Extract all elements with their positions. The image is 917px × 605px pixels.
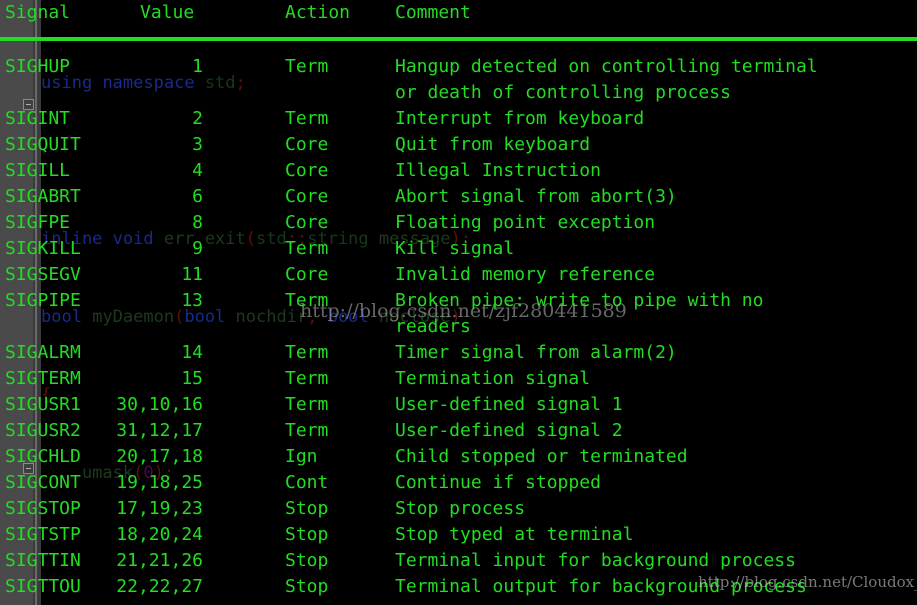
- table-row: SIGSTOP 17,19,23 Stop Stop process: [0, 496, 917, 522]
- cell-value: 4: [192, 160, 203, 181]
- cell-value: 18,20,24: [116, 524, 203, 545]
- cell-value: 17,19,23: [116, 498, 203, 519]
- table-row: SIGCONT 19,18,25 Cont Continue if stopped: [0, 470, 917, 496]
- table-row: SIGCHLD 20,17,18 Ign Child stopped or termi…: [0, 444, 917, 470]
- table-header-row: Signal Value Action Comment: [0, 0, 917, 26]
- cell-action: Core: [285, 264, 329, 285]
- header-action: Action: [285, 2, 351, 23]
- cell-comment: Stop process: [395, 498, 526, 519]
- cell-action: Stop: [285, 550, 329, 571]
- table-row: SIGUSR2 31,12,17 Term User-defined signal 2: [0, 418, 917, 444]
- cell-value: 9: [192, 238, 203, 259]
- cell-action: Term: [285, 108, 329, 129]
- cell-action: Core: [285, 134, 329, 155]
- cell-value: 3: [192, 134, 203, 155]
- table-row: SIGSEGV 11 Core Invalid memory reference: [0, 262, 917, 288]
- cell-comment: Kill signal: [395, 238, 515, 259]
- cell-action: Term: [285, 290, 329, 311]
- screen-root: using namespace std; inline void err_exi…: [0, 0, 917, 605]
- cell-action: Term: [285, 394, 329, 415]
- cell-comment: Terminal input for background process: [395, 550, 796, 571]
- cell-value: 14: [181, 342, 203, 363]
- cell-action: Term: [285, 420, 329, 441]
- cell-comment: User-defined signal 1: [395, 394, 623, 415]
- cell-comment: Timer signal from alarm(2): [395, 342, 677, 363]
- cell-action: Cont: [285, 472, 329, 493]
- header-value: Value: [140, 2, 195, 23]
- cell-comment: Illegal Instruction: [395, 160, 601, 181]
- cell-comment: Hangup detected on controlling terminal: [395, 56, 818, 77]
- cell-comment: Termination signal: [395, 368, 591, 389]
- cell-comment: Broken pipe: write to pipe with no: [395, 290, 764, 311]
- cell-comment: Interrupt from keyboard: [395, 108, 645, 129]
- cell-comment: Child stopped or terminated: [395, 446, 688, 467]
- header-signal: Signal: [5, 2, 71, 23]
- cell-comment-continuation: or death of controlling process: [395, 82, 731, 103]
- signal-table-overlay: Signal Value Action Comment SIGHUP 1 Term H…: [0, 0, 917, 605]
- cell-comment: User-defined signal 2: [395, 420, 623, 441]
- cell-value: 31,12,17: [116, 420, 203, 441]
- cell-value: 2: [192, 108, 203, 129]
- cell-action: Term: [285, 342, 329, 363]
- table-row: SIGABRT 6 Core Abort signal from abort(3): [0, 184, 917, 210]
- cell-value: 1: [192, 56, 203, 77]
- header-comment: Comment: [395, 2, 471, 23]
- cell-action: Core: [285, 212, 329, 233]
- table-row: SIGALRM 14 Term Timer signal from alarm(2): [0, 340, 917, 366]
- table-row: SIGHUP 1 Term Hangup detected on controllin…: [0, 54, 917, 80]
- table-row: SIGKILL 9 Term Kill signal: [0, 236, 917, 262]
- cell-value: 20,17,18: [116, 446, 203, 467]
- table-row: SIGTTIN 21,21,26 Stop Terminal input for ba…: [0, 548, 917, 574]
- watermark-bottom: http://blog.csdn.net/Cloudox_: [698, 573, 917, 591]
- cell-action: Core: [285, 186, 329, 207]
- cell-comment-continuation: readers: [395, 316, 471, 337]
- cell-comment: Quit from keyboard: [395, 134, 591, 155]
- cell-value: 11: [181, 264, 203, 285]
- cell-action: Core: [285, 160, 329, 181]
- cell-action: Stop: [285, 524, 329, 545]
- cell-comment: Floating point exception: [395, 212, 656, 233]
- cell-value: 8: [192, 212, 203, 233]
- cell-comment: Continue if stopped: [395, 472, 601, 493]
- table-row: SIGUSR1 30,10,16 Term User-defined signal 1: [0, 392, 917, 418]
- cell-value: 19,18,25: [116, 472, 203, 493]
- cell-comment: Stop typed at terminal: [395, 524, 634, 545]
- cell-value: 21,21,26: [116, 550, 203, 571]
- cell-action: Term: [285, 56, 329, 77]
- header-divider-rule: [0, 37, 917, 41]
- cell-action: Term: [285, 368, 329, 389]
- table-row: SIGTSTP 18,20,24 Stop Stop typed at termina…: [0, 522, 917, 548]
- table-row: SIGQUIT 3 Core Quit from keyboard: [0, 132, 917, 158]
- cell-action: Stop: [285, 576, 329, 597]
- cell-value: 30,10,16: [116, 394, 203, 415]
- cell-comment: Invalid memory reference: [395, 264, 656, 285]
- cell-comment: Abort signal from abort(3): [395, 186, 677, 207]
- cell-action: Ign: [285, 446, 318, 467]
- cell-value: 22,22,27: [116, 576, 203, 597]
- cell-value: 15: [181, 368, 203, 389]
- cell-action: Stop: [285, 498, 329, 519]
- cell-value: 13: [181, 290, 203, 311]
- cell-value: 6: [192, 186, 203, 207]
- table-row: SIGTERM 15 Term Termination signal: [0, 366, 917, 392]
- table-row: SIGFPE 8 Core Floating point exception: [0, 210, 917, 236]
- table-row: SIGINT 2 Term Interrupt from keyboard: [0, 106, 917, 132]
- cell-action: Term: [285, 238, 329, 259]
- table-row: SIGILL 4 Core Illegal Instruction: [0, 158, 917, 184]
- table-row: SIGPIPE 13 Term Broken pipe: write to pipe …: [0, 288, 917, 314]
